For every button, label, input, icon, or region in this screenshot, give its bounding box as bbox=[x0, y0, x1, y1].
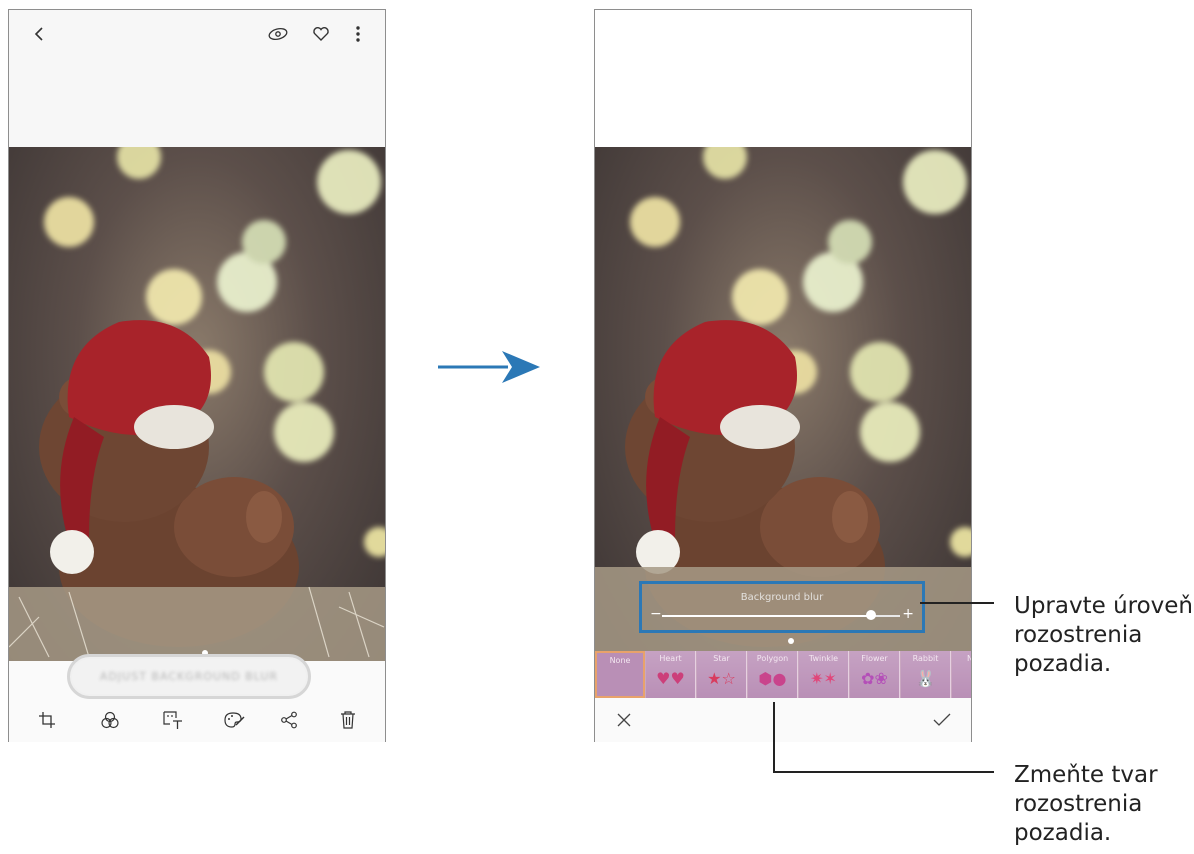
eye-icon[interactable] bbox=[263, 19, 293, 49]
slider-minus[interactable]: − bbox=[650, 606, 662, 622]
blur-level-thumb[interactable] bbox=[866, 610, 877, 620]
more-icon[interactable] bbox=[343, 19, 373, 49]
shape-option-label: Note bbox=[967, 654, 971, 663]
shape-option-label: None bbox=[609, 656, 631, 665]
shape-option-glyph: ⬢● bbox=[758, 669, 787, 688]
share-icon[interactable] bbox=[275, 706, 303, 734]
paint-icon[interactable] bbox=[220, 706, 248, 734]
callout-blur-level-line1: Upravte úroveň bbox=[1014, 593, 1194, 619]
callout-blur-shape-line2: rozostrenia bbox=[1014, 791, 1143, 817]
callout-blur-level: Upravte úroveň rozostrenia pozadia. bbox=[1014, 592, 1193, 679]
back-icon[interactable] bbox=[25, 19, 55, 49]
shape-option-glyph: ✿❀ bbox=[861, 669, 888, 688]
callout-line-shape-horizontal bbox=[773, 771, 994, 773]
arrow-icon bbox=[438, 351, 540, 383]
crop-icon[interactable] bbox=[33, 706, 61, 734]
heart-icon[interactable] bbox=[306, 19, 336, 49]
teddy-bear-photo bbox=[9, 147, 385, 661]
slider-title: Background blur bbox=[740, 592, 824, 603]
shape-option-twinkle[interactable]: Twinkle ✷✶ bbox=[799, 651, 849, 698]
shape-option-label: Polygon bbox=[756, 654, 789, 663]
callout-line-blur-level bbox=[920, 602, 994, 604]
shape-option-glyph: 🐰 bbox=[915, 669, 936, 688]
right-phone-screen: Background blur − + None Heart ♥♥ Star ★☆ Pol… bbox=[594, 9, 972, 742]
shape-option-none[interactable]: None bbox=[595, 651, 645, 698]
edit-action-bar bbox=[595, 698, 971, 742]
blur-shape-strip: None Heart ♥♥ Star ★☆ Polygon ⬢● Twinkle ✷✶ Flowe… bbox=[595, 651, 971, 698]
callout-blur-shape-line3: pozadia. bbox=[1014, 820, 1112, 846]
shape-option-glyph: ♪ bbox=[952, 669, 971, 688]
blur-level-fill bbox=[662, 615, 872, 617]
check-icon[interactable] bbox=[927, 705, 957, 735]
shape-option-label: Star bbox=[713, 654, 730, 663]
left-phone-screen: ADJUST BACKGROUND BLUR bbox=[8, 9, 386, 742]
shape-option-glyph: ♥♥ bbox=[656, 669, 685, 688]
edit-toolbar bbox=[9, 703, 385, 739]
delete-icon[interactable] bbox=[334, 706, 362, 734]
close-icon[interactable] bbox=[609, 705, 639, 735]
shape-option-note[interactable]: Note ♪ bbox=[952, 651, 971, 698]
adjust-background-blur-label: ADJUST BACKGROUND BLUR bbox=[99, 670, 279, 683]
callout-blur-level-line2: rozostrenia bbox=[1014, 622, 1143, 648]
adjust-background-blur-button[interactable]: ADJUST BACKGROUND BLUR bbox=[67, 654, 311, 699]
shape-option-polygon[interactable]: Polygon ⬢● bbox=[748, 651, 798, 698]
callout-blur-shape-line1: Zmeňte tvar bbox=[1014, 762, 1158, 788]
shape-option-flower[interactable]: Flower ✿❀ bbox=[850, 651, 900, 698]
callout-line-shape-vertical bbox=[773, 702, 775, 773]
filter-icon[interactable] bbox=[96, 706, 124, 734]
background-blur-slider-highlight: Background blur − + bbox=[639, 581, 925, 633]
shape-option-heart[interactable]: Heart ♥♥ bbox=[646, 651, 696, 698]
sticker-text-icon[interactable] bbox=[159, 706, 187, 734]
shape-option-label: Heart bbox=[659, 654, 682, 663]
shape-option-label: Flower bbox=[861, 654, 888, 663]
top-bar bbox=[9, 10, 385, 58]
shape-option-label: Twinkle bbox=[808, 654, 839, 663]
slider-plus[interactable]: + bbox=[902, 606, 914, 622]
shape-option-glyph: ✷✶ bbox=[810, 669, 837, 688]
shape-option-label: Rabbit bbox=[912, 654, 939, 663]
shape-option-glyph: ★☆ bbox=[707, 669, 736, 688]
callout-blur-level-line3: pozadia. bbox=[1014, 651, 1112, 677]
shape-option-rabbit[interactable]: Rabbit 🐰 bbox=[901, 651, 951, 698]
callout-blur-shape: Zmeňte tvar rozostrenia pozadia. bbox=[1014, 761, 1158, 848]
shape-option-star[interactable]: Star ★☆ bbox=[697, 651, 747, 698]
